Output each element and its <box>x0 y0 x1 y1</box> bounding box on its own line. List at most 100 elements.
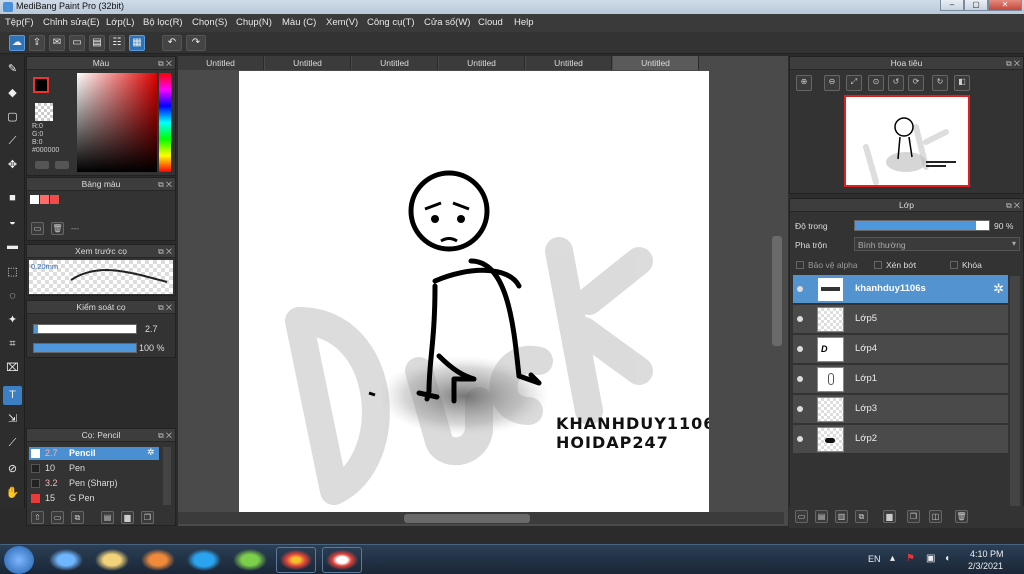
menu-filter[interactable]: Bộ lọc(R) <box>143 17 183 28</box>
layer-settings-icon[interactable]: ◫ <box>929 510 942 523</box>
brush-item[interactable]: 2.7 Pencil ✲ <box>29 447 159 460</box>
vertical-scrollbar[interactable] <box>772 236 782 346</box>
add-brush-icon[interactable]: ⇧ <box>31 511 44 524</box>
hand-tool-icon[interactable]: ✋ <box>3 484 22 503</box>
line-tool-icon[interactable]: ⟋ <box>3 132 22 151</box>
duplicate-layer-icon[interactable]: ⧉ <box>855 510 868 523</box>
layer-opacity-slider[interactable] <box>854 220 990 231</box>
new-brush-icon[interactable]: ▭ <box>51 511 64 524</box>
canvas-tab[interactable]: Untitled <box>265 56 351 70</box>
bucket-tool-icon[interactable]: ◒ <box>3 213 22 232</box>
zoom-in-icon[interactable]: ⊕ <box>796 75 812 91</box>
coccoc-icon[interactable] <box>230 547 270 573</box>
layer-folder-icon[interactable]: ▆ <box>883 510 896 523</box>
layout-icon[interactable]: ▦ <box>129 35 145 51</box>
gradient-tool-icon[interactable]: ▬ <box>3 237 22 256</box>
internet-explorer-icon[interactable] <box>46 547 86 573</box>
new-8bit-layer-icon[interactable]: ▥ <box>835 510 848 523</box>
brush-opacity-value[interactable]: 100 % <box>139 343 165 353</box>
panel-controls-icon[interactable]: ⧉ ✕ <box>158 301 172 314</box>
layer-opacity-value[interactable]: 90 % <box>994 221 1013 231</box>
rotate-left-icon[interactable]: ↺ <box>888 75 904 91</box>
text-tool-icon[interactable]: T <box>3 386 22 405</box>
copy-brush-icon[interactable]: ⧉ <box>71 511 84 524</box>
layer-item[interactable]: khanhduy1106s ✲ <box>793 275 1008 304</box>
transparent-swatch[interactable] <box>35 103 53 121</box>
file-explorer-icon[interactable] <box>92 547 132 573</box>
rectangle-tool-icon[interactable]: ▢ <box>3 108 22 127</box>
tray-arrow-icon[interactable]: ▴ <box>890 553 895 564</box>
menu-select[interactable]: Chọn(S) <box>192 17 227 28</box>
select-eraser-icon[interactable]: ⌧ <box>3 359 22 378</box>
brush-opacity-slider[interactable] <box>33 343 137 353</box>
magic-wand-icon[interactable]: ✦ <box>3 311 22 330</box>
panel-controls-icon[interactable]: ⧉ ✕ <box>158 429 172 442</box>
menu-capture[interactable]: Chụp(N) <box>236 17 272 28</box>
new-palette-icon[interactable]: ▭ <box>31 222 44 235</box>
settings-icon[interactable]: ☷ <box>109 35 125 51</box>
layer-item[interactable]: D Lớp4 <box>793 335 1008 364</box>
saturation-value-field[interactable] <box>77 73 157 172</box>
flip-icon[interactable]: ◧ <box>954 75 970 91</box>
layer-item[interactable]: Lớp5 <box>793 305 1008 334</box>
menu-color[interactable]: Màu (C) <box>282 17 316 28</box>
brush-tool-icon[interactable]: ✎ <box>3 60 22 79</box>
layer-item[interactable]: Lớp2 <box>793 425 1008 454</box>
flag-icon[interactable]: ⚑ <box>906 553 915 564</box>
rotate-right-icon[interactable]: ↻ <box>932 75 948 91</box>
start-button[interactable] <box>4 546 34 574</box>
share-icon[interactable]: ⇪ <box>29 35 45 51</box>
canvas-tab[interactable]: Untitled <box>526 56 612 70</box>
navigator-preview[interactable] <box>844 95 970 187</box>
menu-help[interactable]: Help <box>514 17 534 28</box>
canvas-tab[interactable]: Untitled <box>352 56 438 70</box>
menu-edit[interactable]: Chỉnh sửa(E) <box>43 17 100 28</box>
palette-swatch[interactable] <box>50 195 59 204</box>
color-picker-button[interactable] <box>55 161 69 169</box>
canvas-tab[interactable]: Untitled <box>439 56 525 70</box>
brush-size-slider[interactable] <box>33 324 137 334</box>
palette-swatch[interactable] <box>30 195 39 204</box>
chrome-icon[interactable] <box>276 547 316 573</box>
menu-view[interactable]: Xem(V) <box>326 17 358 28</box>
fill-rect-tool-icon[interactable]: ■ <box>3 189 22 208</box>
canvas-tab[interactable]: Untitled <box>178 56 264 70</box>
clock-time[interactable]: 4:10 PM <box>970 549 1004 559</box>
new-halftone-layer-icon[interactable]: ▤ <box>815 510 828 523</box>
maximize-button[interactable]: ▢ <box>964 0 988 11</box>
brush-item[interactable]: 3.2 Pen (Sharp) <box>29 477 159 490</box>
skype-icon[interactable] <box>184 547 224 573</box>
operation-tool-icon[interactable]: ⇲ <box>3 410 22 429</box>
document-icon[interactable]: ▤ <box>89 35 105 51</box>
visibility-icon[interactable] <box>797 376 803 382</box>
panel-controls-icon[interactable]: ⧉ ✕ <box>1006 57 1020 70</box>
visibility-icon[interactable] <box>797 286 803 292</box>
visibility-icon[interactable] <box>797 436 803 442</box>
color-mode-button[interactable] <box>35 161 49 169</box>
primary-color-swatch[interactable] <box>33 77 49 93</box>
protect-alpha-checkbox[interactable] <box>796 261 804 269</box>
layer-item[interactable]: Lớp1 <box>793 365 1008 394</box>
menu-tools[interactable]: Công cụ(T) <box>367 17 415 28</box>
layer-item[interactable]: Lớp3 <box>793 395 1008 424</box>
delete-palette-icon[interactable]: 🗑 <box>51 222 64 235</box>
lasso-tool-icon[interactable]: ◌ <box>3 287 22 306</box>
panel-controls-icon[interactable]: ⧉ ✕ <box>158 57 172 70</box>
clip-checkbox[interactable] <box>874 261 882 269</box>
brush-item[interactable]: 10 Pen <box>29 462 159 475</box>
media-player-icon[interactable] <box>138 547 178 573</box>
eyedropper-icon[interactable]: ⊘ <box>3 460 22 479</box>
delete-layer-icon[interactable]: 🗑 <box>955 510 968 523</box>
network-icon[interactable]: ▣ <box>926 553 935 564</box>
close-button[interactable]: ✕ <box>988 0 1022 11</box>
merge-layer-icon[interactable]: ❐ <box>907 510 920 523</box>
canvas-tab-active[interactable]: Untitled <box>613 56 699 70</box>
medibang-taskbar-icon[interactable] <box>322 547 362 573</box>
menu-window[interactable]: Cửa số(W) <box>424 17 470 28</box>
visibility-icon[interactable] <box>797 346 803 352</box>
zoom-out-icon[interactable]: ⊖ <box>824 75 840 91</box>
brush-settings-icon[interactable]: ▤ <box>101 511 114 524</box>
new-layer-icon[interactable]: ▭ <box>795 510 808 523</box>
gear-icon[interactable]: ✲ <box>147 447 155 458</box>
brush-duplicate-icon[interactable]: ❐ <box>141 511 154 524</box>
